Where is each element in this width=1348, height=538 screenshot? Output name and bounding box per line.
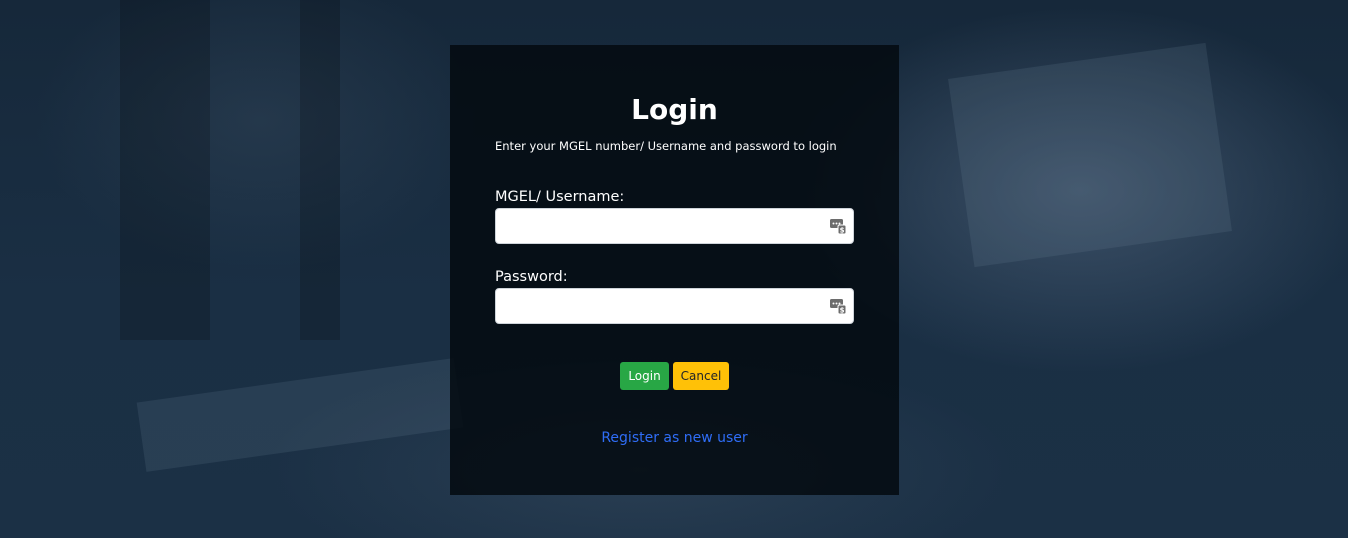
register-link[interactable]: Register as new user: [450, 430, 899, 446]
svg-text:$: $: [840, 227, 845, 235]
cancel-button[interactable]: Cancel: [673, 362, 729, 390]
background-shadow: [300, 0, 340, 340]
background-shadow: [120, 0, 210, 340]
login-button[interactable]: Login: [620, 362, 669, 390]
password-input[interactable]: [495, 288, 854, 324]
login-card: Login Enter your MGEL number/ Username a…: [450, 45, 899, 495]
password-label: Password:: [495, 269, 568, 285]
page-background: Login Enter your MGEL number/ Username a…: [0, 0, 1348, 538]
password-manager-key-icon[interactable]: $: [830, 298, 847, 315]
svg-text:$: $: [840, 307, 845, 315]
background-paper: [136, 358, 464, 472]
password-manager-key-icon[interactable]: $: [830, 218, 847, 235]
login-instructions: Enter your MGEL number/ Username and pas…: [495, 139, 837, 153]
username-input[interactable]: [495, 208, 854, 244]
username-label: MGEL/ Username:: [495, 189, 625, 205]
page-title: Login: [631, 93, 718, 126]
background-paper: [948, 42, 1232, 268]
